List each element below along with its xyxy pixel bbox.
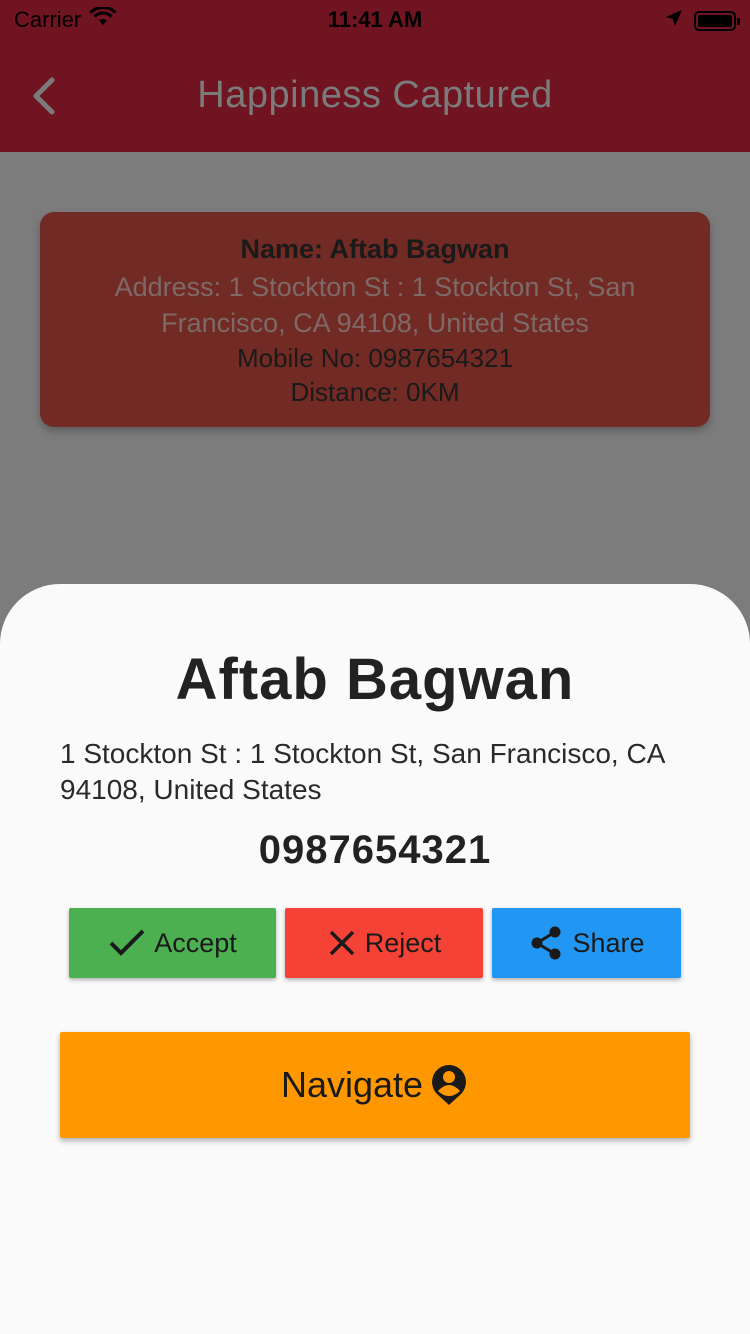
share-icon	[531, 926, 561, 960]
page-title: Happiness Captured	[197, 74, 553, 116]
location-arrow-icon	[664, 8, 684, 34]
bottom-sheet: Aftab Bagwan 1 Stockton St : 1 Stockton …	[0, 584, 750, 1334]
share-label: Share	[572, 927, 645, 958]
customer-info-card: Name: Aftab Bagwan Address: 1 Stockton S…	[40, 212, 710, 427]
close-icon	[329, 930, 354, 956]
customer-name: Aftab Bagwan	[175, 647, 575, 712]
status-right-icons	[664, 8, 740, 34]
status-time: 11:41 AM	[327, 7, 423, 32]
card-mobile: Mobile No: 0987654321	[236, 343, 514, 373]
card-distance: Distance: 0KM	[290, 377, 460, 407]
card-address: Address: 1 Stockton St : 1 Stockton St, …	[114, 272, 636, 338]
status-bar: Carrier 11:41 AM	[0, 0, 750, 40]
reject-button[interactable]: Reject	[285, 908, 483, 978]
share-button[interactable]: Share	[492, 908, 681, 978]
check-icon	[109, 929, 145, 956]
accept-button[interactable]: Accept	[69, 908, 276, 978]
person-pin-icon	[432, 1065, 467, 1105]
customer-address: 1 Stockton St : 1 Stockton St, San Franc…	[60, 738, 664, 805]
battery-icon	[694, 11, 740, 31]
customer-phone: 0987654321	[258, 828, 492, 872]
app-bar: Happiness Captured	[0, 40, 750, 152]
card-name: Name: Aftab Bagwan	[240, 234, 510, 264]
reject-label: Reject	[364, 927, 442, 958]
accept-label: Accept	[154, 927, 237, 958]
navigate-label: Navigate	[280, 1064, 424, 1105]
navigate-button[interactable]: Navigate	[60, 1032, 690, 1138]
